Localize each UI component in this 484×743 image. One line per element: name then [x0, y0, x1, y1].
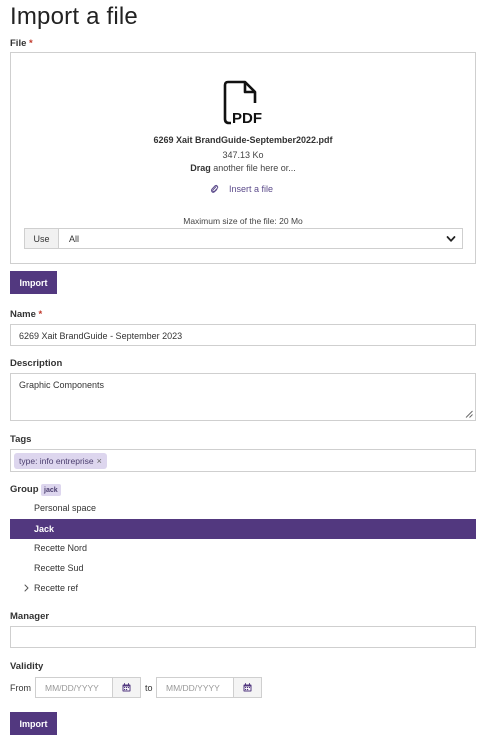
- group-item-label: Jack: [34, 524, 55, 534]
- group-item-jack[interactable]: Jack: [10, 519, 476, 539]
- name-required-mark: *: [38, 309, 43, 320]
- group-item-label: Recette Sud: [34, 563, 84, 573]
- name-input[interactable]: 6269 Xait BrandGuide - September 2023: [10, 324, 476, 346]
- use-select[interactable]: All: [59, 229, 462, 248]
- name-label-text: Name: [10, 309, 36, 320]
- file-name: 6269 Xait BrandGuide-September2022.pdf: [153, 135, 333, 145]
- calendar-icon: [243, 683, 252, 692]
- pdf-file-icon: PDF: [223, 80, 262, 127]
- import-file-button[interactable]: Import: [10, 271, 57, 294]
- group-item-label: Recette ref: [34, 583, 79, 593]
- calendar-icon: [122, 683, 131, 692]
- page-title: Import a file: [10, 3, 138, 30]
- manager-input[interactable]: [10, 626, 476, 648]
- group-item-recette-ref[interactable]: Recette ref: [10, 578, 476, 598]
- group-selected-badge: jack: [41, 484, 61, 496]
- group-item-label: Personal space: [34, 503, 97, 513]
- drag-hint-bold: Drag: [190, 163, 211, 173]
- group-item-label: Recette Nord: [34, 543, 88, 553]
- validity-from-label: From: [10, 683, 31, 693]
- validity-to-calendar-button[interactable]: [233, 677, 262, 698]
- name-input-value: 6269 Xait BrandGuide - September 2023: [19, 331, 183, 341]
- validity-label: Validity: [10, 661, 44, 672]
- validity-to-input[interactable]: MM/DD/YYYY: [156, 677, 234, 698]
- tag-remove-icon[interactable]: ×: [97, 456, 102, 466]
- file-required-mark: *: [29, 38, 33, 49]
- file-dropzone[interactable]: PDF 6269 Xait BrandGuide-September2022.p…: [10, 52, 476, 264]
- validity-to-label: to: [145, 683, 153, 693]
- description-value: Graphic Components: [19, 380, 105, 390]
- chevron-right-icon[interactable]: [23, 584, 30, 592]
- paperclip-icon: [210, 184, 219, 193]
- validity-from-input[interactable]: MM/DD/YYYY: [35, 677, 113, 698]
- validity-from-placeholder: MM/DD/YYYY: [45, 682, 99, 693]
- validity-from-calendar-button[interactable]: [112, 677, 141, 698]
- name-label: Name *: [10, 309, 42, 320]
- file-label-text: File: [10, 38, 27, 49]
- drag-hint-rest: another file here or...: [210, 163, 296, 173]
- file-size: 347.13 Ko: [222, 150, 264, 160]
- resize-handle-icon[interactable]: [465, 410, 473, 418]
- manager-label: Manager: [10, 611, 50, 622]
- tag-chip: type: info entreprise ×: [14, 453, 107, 469]
- chevron-down-icon: [446, 236, 456, 242]
- description-textarea[interactable]: Graphic Components: [10, 373, 476, 421]
- pdf-file-badge: PDF: [232, 110, 262, 127]
- group-item-recette-nord[interactable]: Recette Nord: [10, 538, 476, 558]
- max-file-size: Maximum size of the file: 20 Mo: [183, 216, 303, 226]
- use-label: Use: [25, 229, 59, 248]
- use-select-value: All: [69, 233, 80, 244]
- drag-hint: Drag another file here or...: [11, 163, 475, 173]
- insert-file-link[interactable]: Insert a file: [210, 184, 273, 194]
- validity-to-placeholder: MM/DD/YYYY: [166, 682, 220, 693]
- insert-file-label: Insert a file: [229, 184, 274, 194]
- group-label: Group: [10, 484, 39, 495]
- tags-label: Tags: [10, 434, 32, 445]
- group-item-personal-space[interactable]: Personal space: [10, 498, 476, 518]
- tag-chip-text: type: info entreprise: [19, 456, 94, 466]
- description-label: Description: [10, 358, 63, 369]
- import-submit-button[interactable]: Import: [10, 712, 57, 735]
- use-select-group: Use All: [24, 228, 463, 249]
- tags-input[interactable]: type: info entreprise ×: [10, 449, 476, 472]
- file-label: File *: [10, 38, 33, 49]
- group-item-recette-sud[interactable]: Recette Sud: [10, 558, 476, 578]
